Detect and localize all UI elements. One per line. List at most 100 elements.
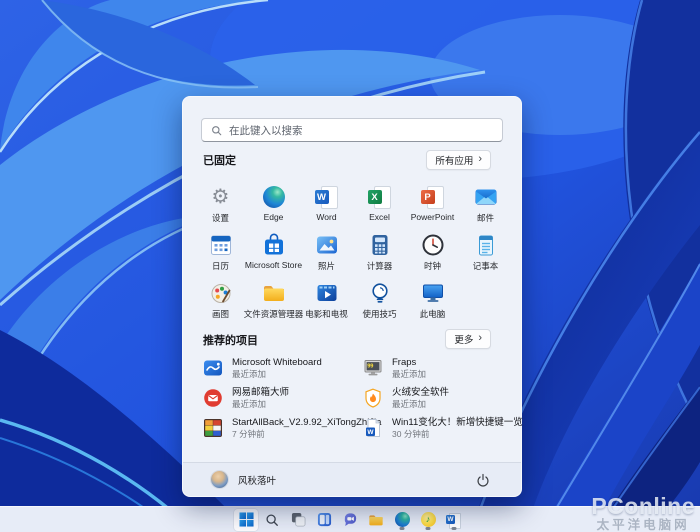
more-button[interactable]: 更多 ›	[445, 329, 491, 349]
mail-master-icon	[203, 388, 223, 408]
startallback-icon	[203, 418, 223, 438]
app-label: 画图	[212, 308, 229, 320]
widgets-icon	[317, 512, 332, 527]
app-tile-settings[interactable]: ⚙ 设置	[194, 181, 247, 229]
taskbar-music-app-button[interactable]: ♪	[416, 509, 440, 531]
user-name[interactable]: 风秋落叶	[238, 473, 276, 487]
app-label: 计算器	[367, 260, 393, 272]
app-label: PowerPoint	[411, 212, 454, 222]
app-label: 设置	[212, 212, 229, 224]
recommended-item-title: 网易邮箱大师	[232, 387, 289, 399]
start-button[interactable]	[234, 509, 258, 531]
app-tile-mail[interactable]: 邮件	[459, 181, 512, 229]
word-icon: W	[446, 512, 462, 528]
user-avatar[interactable]	[211, 471, 228, 488]
recommended-item-title: Fraps	[392, 357, 426, 369]
photos-icon	[315, 233, 339, 257]
huorong-icon	[363, 388, 383, 408]
search-input[interactable]: 在此键入以搜索	[201, 118, 503, 142]
chevron-right-icon: ›	[478, 154, 482, 165]
app-tile-tips[interactable]: 使用技巧	[353, 277, 406, 325]
taskbar: ♪ W	[0, 506, 700, 532]
recommended-item-huorong[interactable]: 火绒安全软件 最近添加	[363, 383, 513, 413]
app-tile-paint[interactable]: 画图	[194, 277, 247, 325]
app-label: 照片	[318, 260, 335, 272]
recommended-item-startallback[interactable]: StartAllBack_V2.9.92_XiTongZhiJia 7 分钟前	[203, 413, 363, 443]
store-icon	[262, 233, 286, 257]
recommended-item-title: Microsoft Whiteboard	[232, 357, 322, 369]
running-indicator	[452, 527, 457, 530]
search-icon	[211, 125, 222, 136]
taskbar-edge-button[interactable]	[390, 509, 414, 531]
recommended-list: Microsoft Whiteboard 最近添加 99 Fraps 最近添加	[203, 353, 513, 443]
app-tile-microsoft-store[interactable]: Microsoft Store	[247, 229, 300, 277]
app-label: Word	[316, 212, 336, 222]
recommended-item-mail-master[interactable]: 网易邮箱大师 最近添加	[203, 383, 363, 413]
taskbar-search-button[interactable]	[260, 509, 284, 531]
calculator-icon	[368, 233, 392, 257]
app-label: 此电脑	[420, 308, 446, 320]
widgets-button[interactable]	[312, 509, 336, 531]
paint-icon	[209, 281, 233, 305]
this-pc-icon	[421, 281, 445, 305]
recommended-item-win11-doc[interactable]: W Win11变化大！新增快捷键一览 30 分钟前	[363, 413, 513, 443]
app-tile-excel[interactable]: X Excel	[353, 181, 406, 229]
edge-icon	[395, 512, 410, 527]
app-label: 记事本	[473, 260, 499, 272]
app-label: 邮件	[477, 212, 494, 224]
movies-tv-icon	[315, 281, 339, 305]
more-label: 更多	[454, 332, 473, 346]
app-tile-this-pc[interactable]: 此电脑	[406, 277, 459, 325]
recommended-item-subtitle: 最近添加	[232, 399, 289, 410]
pinned-app-grid: ⚙ 设置 Edge W Word X Excel P PowerPoint	[194, 181, 512, 325]
pinned-section-title: 已固定	[203, 152, 236, 168]
all-apps-button[interactable]: 所有应用 ›	[426, 150, 491, 170]
app-label: 时钟	[424, 260, 441, 272]
app-tile-calculator[interactable]: 计算器	[353, 229, 406, 277]
recommended-item-title: Win11变化大！新增快捷键一览	[392, 417, 523, 429]
power-icon	[476, 473, 490, 487]
edge-icon	[262, 185, 286, 209]
app-tile-edge[interactable]: Edge	[247, 181, 300, 229]
user-bar: 风秋落叶	[183, 462, 521, 496]
powerpoint-icon: P	[421, 185, 445, 209]
power-button[interactable]	[471, 468, 495, 492]
task-view-button[interactable]	[286, 509, 310, 531]
all-apps-label: 所有应用	[435, 153, 473, 167]
app-tile-photos[interactable]: 照片	[300, 229, 353, 277]
app-tile-calendar[interactable]: 日历	[194, 229, 247, 277]
app-tile-clock[interactable]: 时钟	[406, 229, 459, 277]
running-indicator	[426, 527, 431, 530]
app-label: 使用技巧	[362, 308, 396, 320]
clock-icon	[421, 233, 445, 257]
task-view-icon	[291, 512, 306, 527]
recommended-item-subtitle: 最近添加	[392, 369, 426, 380]
recommended-item-subtitle: 7 分钟前	[232, 429, 381, 440]
recommended-item-fraps[interactable]: 99 Fraps 最近添加	[363, 353, 513, 383]
app-tile-file-explorer[interactable]: 文件资源管理器	[247, 277, 300, 325]
app-label: 电影和电视	[305, 308, 348, 320]
taskbar-file-explorer-button[interactable]	[364, 509, 388, 531]
svg-text:W: W	[367, 429, 374, 436]
recommended-item-subtitle: 最近添加	[232, 369, 322, 380]
search-placeholder: 在此键入以搜索	[229, 123, 303, 138]
notepad-icon	[474, 233, 498, 257]
app-tile-movies-tv[interactable]: 电影和电视	[300, 277, 353, 325]
tips-icon	[368, 281, 392, 305]
app-tile-word[interactable]: W Word	[300, 181, 353, 229]
fraps-icon: 99	[363, 358, 383, 378]
taskbar-word-button[interactable]: W	[442, 509, 466, 531]
app-label: 日历	[212, 260, 229, 272]
chat-button[interactable]	[338, 509, 362, 531]
app-label: Excel	[369, 212, 390, 222]
file-explorer-icon	[368, 512, 384, 528]
file-explorer-icon	[262, 281, 286, 305]
recommended-section-title: 推荐的项目	[203, 332, 258, 348]
recommended-item-title: 火绒安全软件	[392, 387, 449, 399]
app-tile-powerpoint[interactable]: P PowerPoint	[406, 181, 459, 229]
search-icon	[265, 513, 279, 527]
recommended-item-whiteboard[interactable]: Microsoft Whiteboard 最近添加	[203, 353, 363, 383]
windows-start-icon	[239, 512, 254, 527]
recommended-item-subtitle: 30 分钟前	[392, 429, 523, 440]
app-tile-notepad[interactable]: 记事本	[459, 229, 512, 277]
